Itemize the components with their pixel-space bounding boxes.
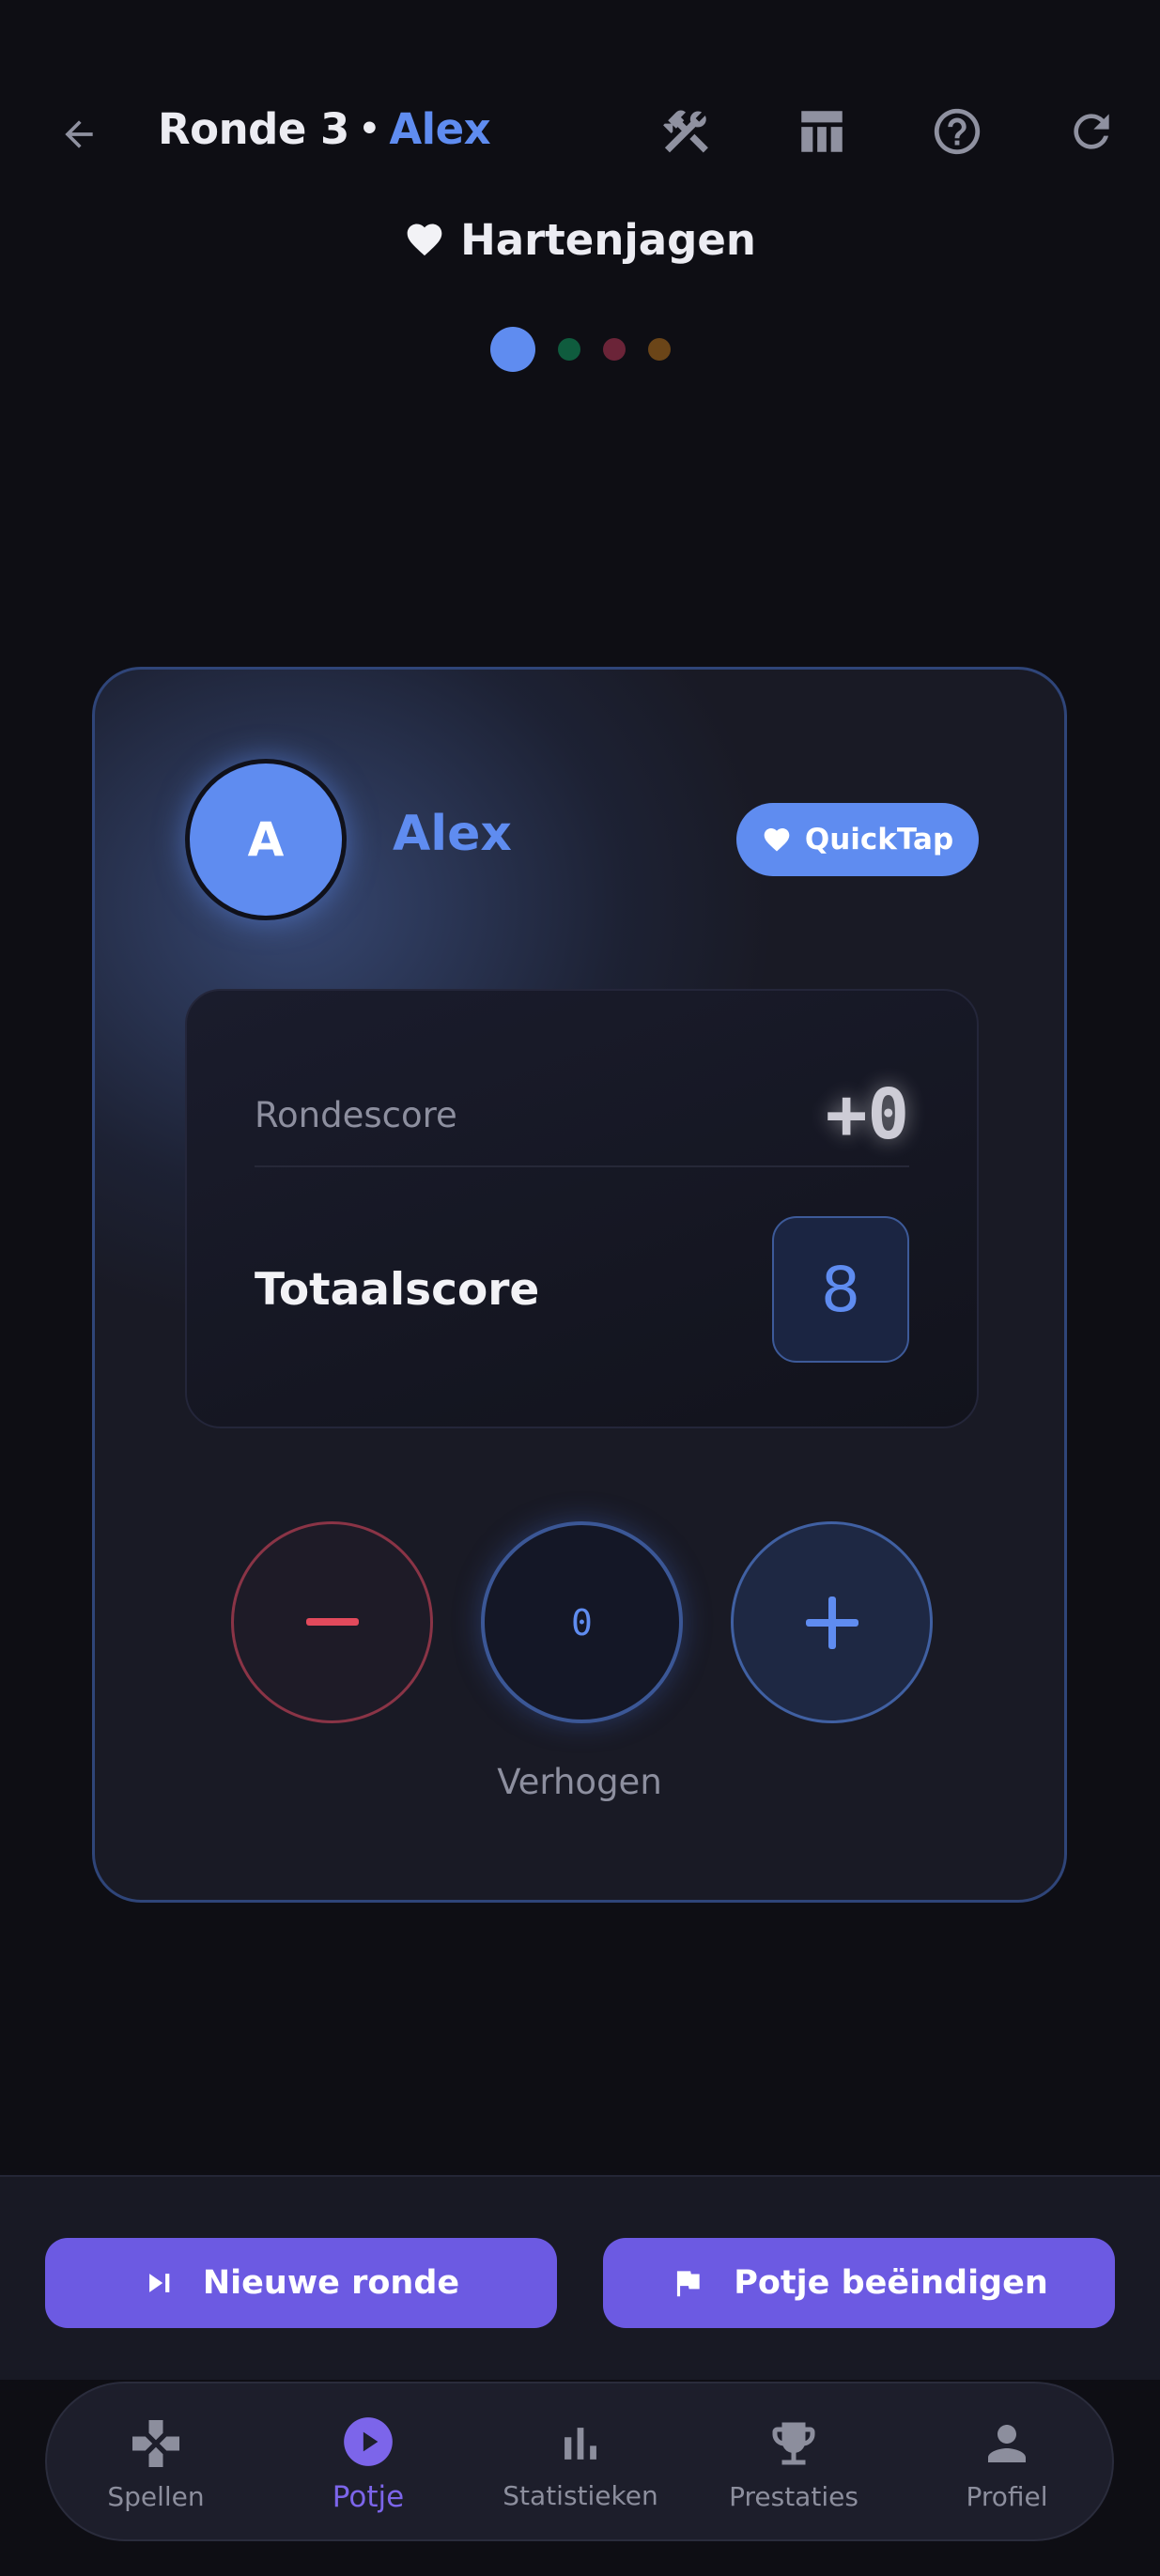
nav-item-profiel[interactable]: Profiel [913,2383,1101,2543]
nav-item-spellen[interactable]: Spellen [62,2383,250,2543]
gamepad-icon [132,2419,179,2467]
round-score-label: Rondescore [255,1094,457,1135]
minus-icon [305,1617,359,1626]
score-summary: Rondescore +0 Totaalscore 8 [185,989,979,1428]
table-icon [801,111,843,152]
play-circle-icon [344,2417,393,2466]
nav-label: Spellen [107,2480,205,2512]
pager-dot[interactable] [647,338,671,361]
round-score-row: Rondescore +0 [255,1064,909,1167]
back-arrow-icon [65,120,93,148]
top-app-bar: Ronde 3 • Alex [0,89,1160,174]
trophy-icon [772,2422,815,2464]
nav-label: Prestaties [729,2480,858,2512]
help-icon [934,108,981,155]
total-score-row: Totaalscore 8 [255,1214,909,1365]
total-score-value: 8 [772,1216,909,1363]
stepper-mode-label: Verhogen [497,1762,662,1802]
action-bar: Nieuwe ronde Potje beëindigen [0,2175,1160,2380]
quicktap-button[interactable]: QuickTap [736,803,979,876]
person-icon [988,2424,1026,2462]
stepper-value[interactable]: 0 [481,1521,683,1723]
bottom-navigation: Spellen Potje Statistieken Prestaties Pr… [45,2382,1114,2541]
quicktap-label: QuickTap [804,823,954,856]
game-title: Hartenjagen [0,207,1160,272]
total-score-label: Totaalscore [255,1263,540,1316]
heart-icon [764,828,790,852]
bar-chart-icon [565,2427,596,2460]
nav-item-potje[interactable]: Potje [274,2383,462,2543]
avatar: A [185,759,347,920]
help-button[interactable] [924,99,990,164]
scoreboard-button[interactable] [789,99,855,164]
end-game-label: Potje beëindigen [734,2264,1048,2302]
nav-label: Statistieken [503,2479,658,2511]
title-separator: • [358,110,380,148]
heart-icon [407,224,442,256]
pager-dot[interactable] [557,338,580,361]
back-button[interactable] [54,110,103,159]
nav-item-statistieken[interactable]: Statistieken [487,2383,674,2543]
end-game-button[interactable]: Potje beëindigen [603,2238,1115,2328]
decrease-button[interactable] [231,1521,433,1723]
plus-icon [805,1596,858,1649]
player-score-card: A Alex QuickTap Rondescore +0 Totaalscor… [92,667,1067,1903]
current-player-name: Alex [389,104,491,154]
tools-button[interactable] [653,99,719,164]
new-round-button[interactable]: Nieuwe ronde [45,2238,557,2328]
player-name: Alex [393,806,512,862]
nav-label: Potje [332,2480,405,2514]
page-title: Ronde 3 • Alex [158,104,491,154]
skip-next-icon [148,2274,170,2292]
refresh-button[interactable] [1059,99,1124,164]
nav-label: Profiel [966,2480,1048,2512]
pager-dot[interactable] [602,338,626,361]
pager-dot-active[interactable] [489,327,535,372]
increase-button[interactable] [731,1521,933,1723]
round-label: Ronde 3 [158,104,349,154]
tools-icon [663,110,708,153]
new-round-label: Nieuwe ronde [202,2264,460,2302]
flag-icon [677,2271,700,2297]
player-pager [0,327,1160,372]
refresh-icon [1074,114,1109,149]
round-score-value: +0 [825,1074,909,1155]
game-title-text: Hartenjagen [460,214,756,265]
nav-item-prestaties[interactable]: Prestaties [700,2383,888,2543]
